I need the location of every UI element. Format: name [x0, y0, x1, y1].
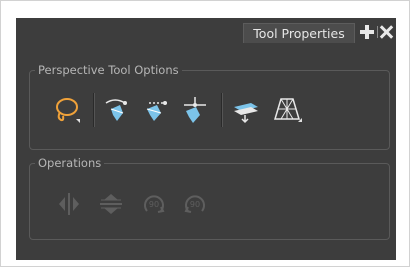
lasso-select-icon	[56, 98, 80, 123]
flip-horizontal-icon	[59, 193, 79, 215]
perspective-group-title: Perspective Tool Options	[35, 63, 182, 77]
svg-text:90: 90	[190, 200, 200, 209]
perspective-tool-options-group: Perspective Tool Options	[29, 63, 390, 150]
toolbar-separator	[221, 93, 223, 127]
perspective-both-button[interactable]	[180, 95, 210, 125]
perspective-left-button[interactable]	[103, 95, 133, 125]
flip-vertical-icon	[100, 194, 122, 214]
tab-tool-properties[interactable]: Tool Properties	[243, 23, 355, 43]
toolbar-separator	[93, 93, 95, 127]
tool-properties-panel: Tool Properties Perspective Tool Options	[16, 18, 396, 260]
svg-text:90: 90	[149, 200, 159, 209]
perspective-both-icon	[184, 97, 206, 123]
flatten-plane-button[interactable]	[231, 95, 261, 125]
tab-control-divider	[377, 26, 378, 38]
rotate-90-cw-button[interactable]: 90	[139, 189, 169, 219]
operations-group-title: Operations	[35, 156, 105, 170]
rotate-90-ccw-icon: 90	[184, 195, 205, 213]
operations-group: Operations 90 90	[29, 156, 390, 240]
perspective-left-icon	[105, 99, 127, 121]
flip-vertical-button[interactable]	[96, 189, 126, 219]
perspective-right-icon	[146, 101, 168, 121]
rotate-90-cw-icon: 90	[144, 195, 165, 213]
add-view-icon[interactable]	[360, 25, 374, 39]
rotate-90-ccw-button[interactable]: 90	[180, 189, 210, 219]
lasso-select-button[interactable]	[52, 95, 82, 125]
flatten-plane-icon	[234, 103, 258, 124]
close-icon[interactable]	[381, 25, 393, 39]
flip-horizontal-button[interactable]	[54, 189, 84, 219]
perspective-grid-button[interactable]	[272, 95, 302, 125]
perspective-right-button[interactable]	[141, 95, 171, 125]
perspective-grid-icon	[273, 98, 302, 122]
